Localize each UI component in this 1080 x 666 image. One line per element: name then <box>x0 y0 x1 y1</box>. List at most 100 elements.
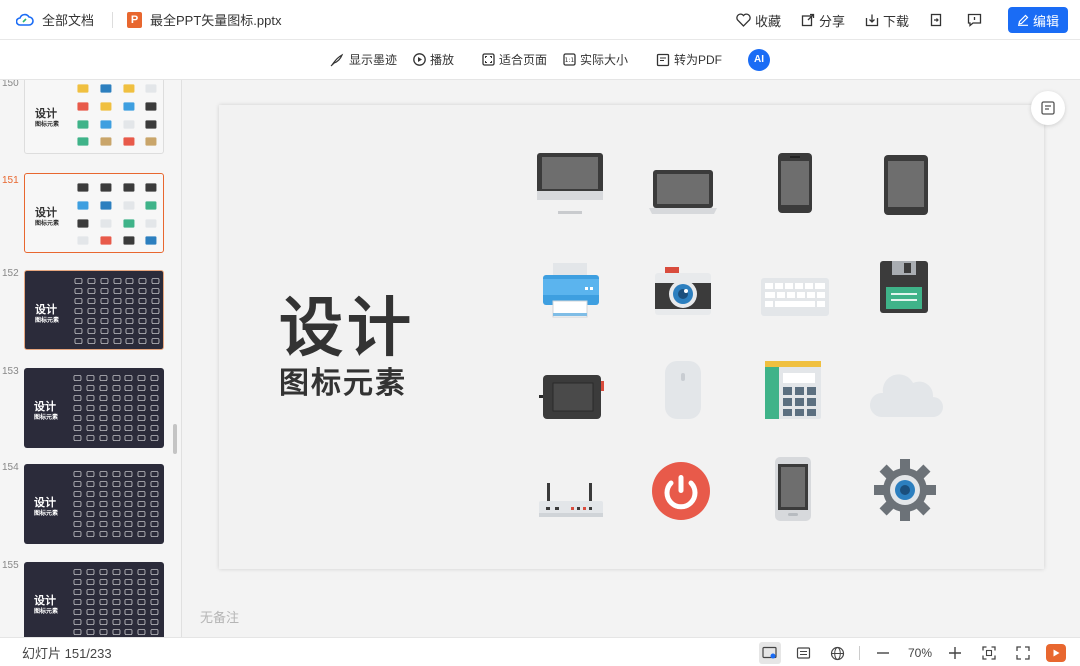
thumbnail-mini-icon <box>150 511 159 517</box>
thumbnail-mini-icon <box>137 531 146 537</box>
show-ink-button[interactable]: 显示墨迹 <box>330 51 397 68</box>
speaker-notes[interactable]: 无备注 <box>200 607 239 626</box>
thumbnail-icon-grid <box>73 81 161 149</box>
divider <box>112 11 114 28</box>
slide-thumbnail[interactable]: 设计 图标元素 <box>24 368 164 448</box>
actual-size-button[interactable]: 1:1 实际大小 <box>563 51 628 68</box>
thumbnail-mini-icon <box>138 338 147 344</box>
normal-view-button[interactable] <box>758 642 781 664</box>
all-docs-link[interactable]: 全部文档 <box>16 10 94 29</box>
thumbnail-mini-icon <box>122 137 134 146</box>
thumbnail-mini-icon <box>99 491 107 497</box>
fit-page-label: 适合页面 <box>498 53 547 67</box>
thumbnail-mini-icon <box>126 278 134 284</box>
fit-page-button[interactable]: 适合页面 <box>482 51 547 68</box>
thumbnail-mini-icon <box>100 298 108 304</box>
thumbnail-mini-icon <box>77 183 89 192</box>
thumbnail-mini-icon <box>137 415 146 421</box>
thumbnail-mini-icon <box>112 491 120 497</box>
thumbnail-mini-icon <box>112 629 120 635</box>
export-icon <box>930 13 942 27</box>
web-view-button[interactable] <box>827 642 849 664</box>
share-label: 分享 <box>818 13 845 29</box>
slide-thumbnail[interactable]: 设计 图标元素 <box>24 80 164 154</box>
slide-thumbnail[interactable]: 设计 图标元素 <box>24 562 164 637</box>
download-button[interactable]: 下载 <box>865 11 909 30</box>
thumbnail-mini-icon <box>125 501 133 507</box>
thumbnail-subtitle: 图标元素 <box>34 511 59 517</box>
slide-thumbnail[interactable]: 设计 图标元素 <box>24 270 164 350</box>
export-button[interactable] <box>929 13 947 27</box>
thumbnail-mini-icon <box>125 415 133 421</box>
thumbnail-mini-icon <box>86 425 95 431</box>
edit-button[interactable]: 编辑 <box>1008 7 1068 33</box>
status-bar: 幻灯片 151/233 70% <box>0 637 1080 666</box>
thumbnail-mini-icon <box>145 137 157 146</box>
show-ink-label: 显示墨迹 <box>348 53 397 67</box>
slide-number: 151 <box>2 175 19 186</box>
slide-thumbnail[interactable]: 设计 图标元素 <box>24 173 164 253</box>
thumbnail-mini-icon <box>74 278 83 284</box>
thumbnail-mini-icon <box>113 278 121 284</box>
thumbnail-mini-icon <box>73 375 82 381</box>
thumbnail-mini-icon <box>73 395 82 401</box>
thumbnail-mini-icon <box>99 375 107 381</box>
convert-pdf-button[interactable]: 转为PDF <box>656 51 722 68</box>
thumbnail-subtitle: 图标元素 <box>34 609 59 615</box>
thumbnail-mini-icon <box>99 579 107 585</box>
thumbnail-mini-icon <box>86 385 95 391</box>
thumbnail-mini-icon <box>112 395 120 401</box>
divider <box>858 646 860 660</box>
thumbnail-mini-icon <box>99 481 107 487</box>
thumbnail-mini-icon <box>87 278 96 284</box>
thumbnail-mini-icon <box>138 318 147 324</box>
thumbnail-mini-icon <box>73 521 82 527</box>
thumbnail-mini-icon <box>99 395 107 401</box>
thumbnail-mini-icon <box>150 619 159 625</box>
zoom-in-button[interactable] <box>944 642 966 664</box>
share-icon <box>801 13 815 27</box>
slideshow-button[interactable] <box>1046 644 1066 662</box>
fit-window-button[interactable] <box>978 642 1000 664</box>
slide-notes-toggle-button[interactable] <box>1031 91 1065 125</box>
thumbnail-mini-icon <box>100 338 108 344</box>
slide-title: 设计 <box>279 292 415 364</box>
share-button[interactable]: 分享 <box>801 11 845 30</box>
fullscreen-button[interactable] <box>1012 642 1034 664</box>
thumbnail-mini-icon <box>87 288 96 294</box>
thumbnail-mini-icon <box>87 298 96 304</box>
thumbnail-mini-icon <box>150 491 159 497</box>
thumbnail-mini-icon <box>86 395 95 401</box>
minus-icon <box>876 652 889 654</box>
thumbnail-mini-icon <box>112 531 120 537</box>
thumbnail-mini-icon <box>73 579 82 585</box>
thumbnail-mini-icon <box>137 589 146 595</box>
download-icon <box>865 14 879 27</box>
slide-thumbnail[interactable]: 设计 图标元素 <box>24 464 164 544</box>
thumbnail-mini-icon <box>77 84 89 93</box>
zoom-level[interactable]: 70% <box>908 646 932 660</box>
zoom-out-button[interactable] <box>872 642 894 664</box>
notes-view-button[interactable] <box>793 642 815 664</box>
favorite-button[interactable]: 收藏 <box>736 11 781 30</box>
thumbnail-mini-icon <box>125 435 133 441</box>
sidebar-scrollbar[interactable] <box>173 424 177 454</box>
thumbnail-mini-icon <box>73 405 82 411</box>
thumbnail-mini-icon <box>112 501 120 507</box>
slide-thumbnail-panel[interactable]: 150 设计 图标元素 151 设计 图标元素 152 设计 图标元素 153 设计 图标元素 154 设… <box>0 80 182 637</box>
thumbnail-mini-icon <box>73 435 82 441</box>
thumbnail-mini-icon <box>125 609 133 615</box>
thumbnail-mini-icon <box>137 481 146 487</box>
play-button[interactable]: 播放 <box>413 51 454 68</box>
ai-assistant-button[interactable]: AI <box>748 48 771 71</box>
thumbnail-mini-icon <box>125 385 133 391</box>
thumbnail-mini-icon <box>112 415 120 421</box>
view-toolbar: 显示墨迹 播放 适合页面 1:1 实际大小 转为PDF AI <box>0 40 1080 80</box>
thumbnail-mini-icon <box>126 298 134 304</box>
thumbnail-mini-icon <box>125 589 133 595</box>
thumbnail-mini-icon <box>150 629 159 635</box>
thumbnail-mini-icon <box>112 579 120 585</box>
comment-button[interactable] <box>967 13 986 27</box>
thumbnail-mini-icon <box>112 569 120 575</box>
notes-view-icon <box>797 647 811 659</box>
